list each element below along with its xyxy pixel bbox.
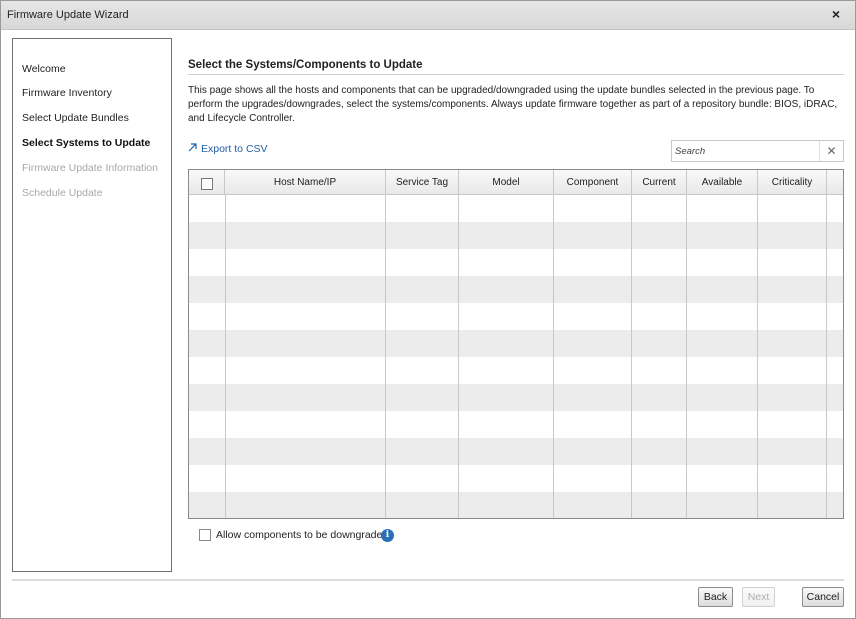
table-row — [189, 438, 843, 465]
column-divider — [553, 195, 554, 518]
table-row — [189, 384, 843, 411]
close-icon[interactable]: × — [829, 7, 843, 21]
col-host-name-ip[interactable]: Host Name/IP — [225, 170, 386, 195]
select-all-checkbox[interactable] — [201, 178, 213, 190]
column-divider — [757, 195, 758, 518]
page-title: Select the Systems/Components to Update — [188, 59, 423, 71]
nav-item-firmware-inventory[interactable]: Firmware Inventory — [22, 87, 112, 99]
nav-item-welcome[interactable]: Welcome — [22, 63, 66, 75]
allow-downgrade-checkbox[interactable] — [199, 529, 211, 541]
export-to-csv-link[interactable]: Export to CSV — [188, 143, 268, 155]
col-component[interactable]: Component — [554, 170, 632, 195]
column-divider — [458, 195, 459, 518]
arrow-up-right-icon — [188, 143, 198, 155]
col-current[interactable]: Current — [632, 170, 687, 195]
title-bar: Firmware Update Wizard × — [1, 1, 855, 30]
table-row — [189, 357, 843, 384]
back-button[interactable]: Back — [698, 587, 733, 607]
table-row — [189, 249, 843, 276]
footer-divider — [12, 579, 844, 581]
search-input[interactable] — [675, 144, 815, 159]
column-divider — [686, 195, 687, 518]
window-title: Firmware Update Wizard — [7, 9, 129, 21]
table-row — [189, 465, 843, 492]
next-button: Next — [742, 587, 775, 607]
systems-components-table: Host Name/IP Service Tag Model Component… — [188, 169, 844, 519]
nav-item-select-systems[interactable]: Select Systems to Update — [22, 137, 150, 149]
col-criticality[interactable]: Criticality — [758, 170, 827, 195]
clear-search-icon[interactable]: ✕ — [819, 141, 843, 161]
table-row — [189, 303, 843, 330]
col-model[interactable]: Model — [459, 170, 554, 195]
column-divider — [225, 195, 226, 518]
search-box: ✕ — [671, 140, 844, 162]
info-icon[interactable]: i — [381, 529, 394, 542]
cancel-button[interactable]: Cancel — [802, 587, 844, 607]
table-row — [189, 195, 843, 222]
table-row — [189, 411, 843, 438]
table-row — [189, 276, 843, 303]
nav-item-schedule-update: Schedule Update — [22, 187, 103, 199]
allow-downgrade-label[interactable]: Allow components to be downgraded — [216, 529, 388, 541]
export-to-csv-label: Export to CSV — [201, 143, 268, 155]
heading-divider — [188, 74, 844, 75]
column-divider — [826, 195, 827, 518]
select-all-column — [189, 170, 225, 195]
table-header: Host Name/IP Service Tag Model Component… — [189, 170, 843, 195]
column-divider — [631, 195, 632, 518]
nav-item-firmware-update-information: Firmware Update Information — [22, 162, 158, 174]
table-row — [189, 492, 843, 518]
col-service-tag[interactable]: Service Tag — [386, 170, 459, 195]
table-row — [189, 330, 843, 357]
firmware-update-wizard-dialog: Firmware Update Wizard × Welcome Firmwar… — [0, 0, 856, 619]
table-row — [189, 222, 843, 249]
wizard-steps-nav: Welcome Firmware Inventory Select Update… — [12, 38, 172, 572]
column-divider — [385, 195, 386, 518]
nav-item-select-update-bundles[interactable]: Select Update Bundles — [22, 112, 129, 124]
col-available[interactable]: Available — [687, 170, 758, 195]
page-description: This page shows all the hosts and compon… — [188, 85, 838, 124]
